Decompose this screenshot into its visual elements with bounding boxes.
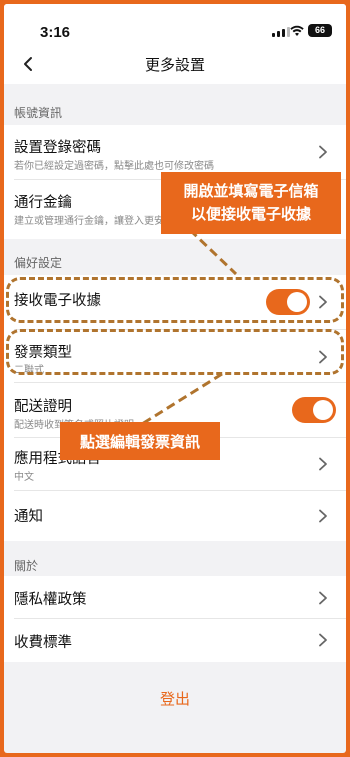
section-header-preferences: 偏好設定 [14, 256, 63, 270]
highlight-invoice-row [6, 329, 344, 375]
chevron-right-icon [319, 457, 327, 471]
row-password-title: 設置登錄密碼 [14, 140, 101, 156]
row-privacy[interactable]: 隱私權政策 [4, 576, 346, 618]
chevron-right-icon [319, 633, 327, 647]
battery-indicator: 66 [308, 24, 332, 37]
callout-invoice: 點選編輯發票資訊 [60, 422, 220, 460]
row-delivery-title: 配送證明 [14, 399, 72, 415]
row-language-subtitle: 中文 [14, 472, 34, 483]
section-header-account: 帳號資訊 [14, 106, 63, 120]
row-fees-title: 收費標準 [14, 635, 72, 651]
phone-screen: 3:16 66 更多設置 帳號資訊 設置登錄密碼 若你已經設定過密碼，點擊此處也… [4, 4, 346, 753]
signal-icon [272, 27, 290, 37]
section-header-about: 關於 [14, 559, 39, 573]
highlight-receipt-row [6, 277, 344, 323]
page-title: 更多設置 [144, 57, 205, 74]
wifi-icon [290, 25, 304, 36]
row-notify-title: 通知 [14, 509, 43, 525]
toggle-knob [313, 400, 333, 420]
status-time: 3:16 [40, 24, 71, 41]
chevron-right-icon [319, 145, 327, 159]
callout-receipt: 開啟並填寫電子信箱 以便接收電子收據 [161, 172, 341, 234]
nav-bar: 更多設置 [4, 44, 346, 84]
callout-receipt-line1: 開啟並填寫電子信箱 [183, 183, 319, 200]
row-notify[interactable]: 通知 [4, 491, 346, 541]
row-password[interactable]: 設置登錄密碼 若你已經設定過密碼，點擊此處也可修改密碼 [4, 125, 346, 179]
row-fees[interactable]: 收費標準 [4, 619, 346, 661]
chevron-right-icon [319, 509, 327, 523]
about-group: 隱私權政策 收費標準 [4, 576, 346, 662]
row-privacy-title: 隱私權政策 [14, 592, 87, 608]
row-passkey-subtitle: 建立或管理通行金鑰，讓登入更安全 [14, 216, 174, 227]
row-password-subtitle: 若你已經設定過密碼，點擊此處也可修改密碼 [14, 161, 214, 172]
chevron-right-icon [319, 591, 327, 605]
row-passkey-title: 通行金鑰 [14, 195, 72, 211]
delivery-toggle[interactable] [292, 397, 336, 423]
callout-receipt-line2: 以便接收電子收據 [190, 206, 311, 223]
logout-button[interactable]: 登出 [4, 688, 346, 709]
